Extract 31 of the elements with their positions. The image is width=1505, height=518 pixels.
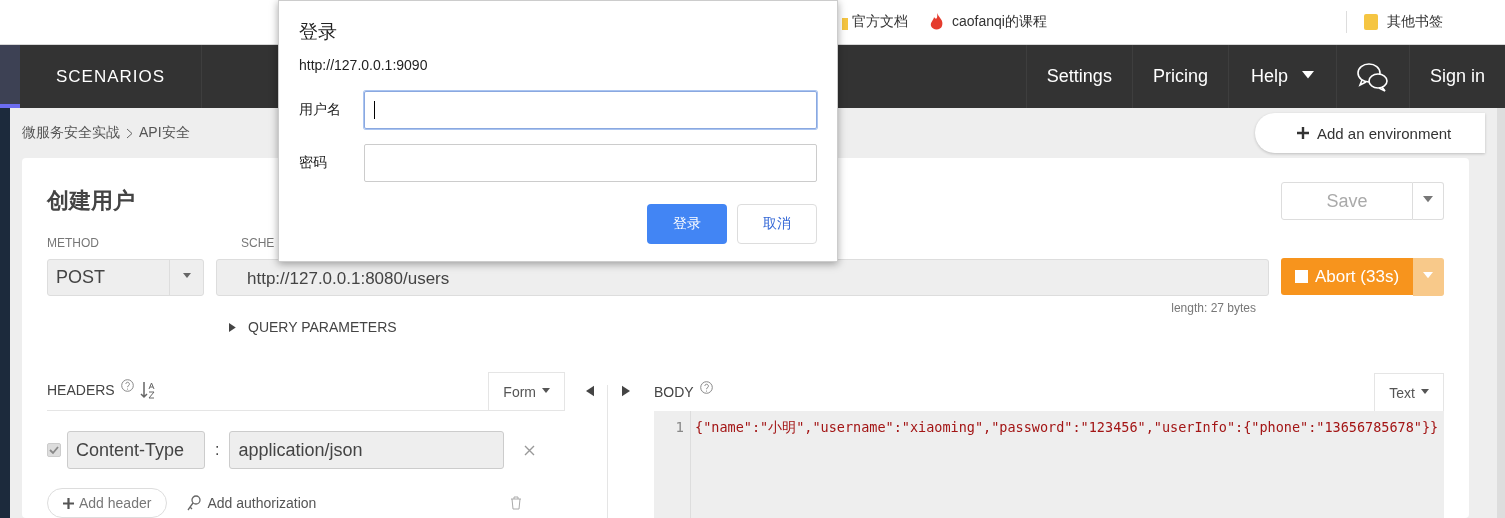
url-field[interactable]: http://127.0.0.1:8080/users [216,258,1269,296]
headers-title: HEADERS [47,382,115,398]
bookmark[interactable]: caofanqi的课程 [930,13,1047,31]
length-text: length: 27 bytes [1171,301,1256,315]
code-line: {"name":"小明","username":"xiaoming","password":"123456","userInfo":{"phone":"13656785678"}} [694,418,1439,437]
login-button[interactable]: 登录 [647,204,727,244]
line-number: 1 [654,411,691,518]
query-parameters-toggle[interactable]: QUERY PARAMETERS [229,319,1444,335]
breadcrumb-link[interactable]: 微服务安全实战 [22,124,120,142]
field-label: 密码 [299,154,328,172]
scheme-label: SCHE [241,236,275,250]
add-authorization-link[interactable]: Add authorization [187,495,317,511]
body-editor[interactable]: 1 {"name":"小明","username":"xiaoming","password":"123456","userInfo":{"phone":"13656785678"}} [654,411,1444,518]
body-mode-button[interactable]: Text [1374,373,1444,411]
add-header-button[interactable]: Add header [47,488,168,518]
bookmark-folder[interactable]: 其他书签 [1362,13,1443,31]
bookmark[interactable]: 官方文档 [842,13,908,31]
header-value-field[interactable]: application/json [229,431,505,469]
method-label: METHOD [47,236,100,250]
breadcrumb-link[interactable]: API安全 [139,124,190,142]
cancel-button[interactable]: 取消 [737,204,817,244]
header-name-field[interactable]: Content-Type [67,431,205,469]
add-environment-button[interactable]: Add an environment [1255,113,1485,153]
headers-mode-button[interactable]: Form [488,372,565,410]
dialog-origin: http://127.0.0.1:9090 [299,57,429,73]
dialog-title: 登录 [299,20,338,44]
request-title: 创建用户 [47,187,135,215]
method-select[interactable]: POST [47,258,204,296]
body-title: BODY [654,384,694,400]
colon-separator: : [215,441,220,459]
field-label: 用户名 [299,101,342,119]
